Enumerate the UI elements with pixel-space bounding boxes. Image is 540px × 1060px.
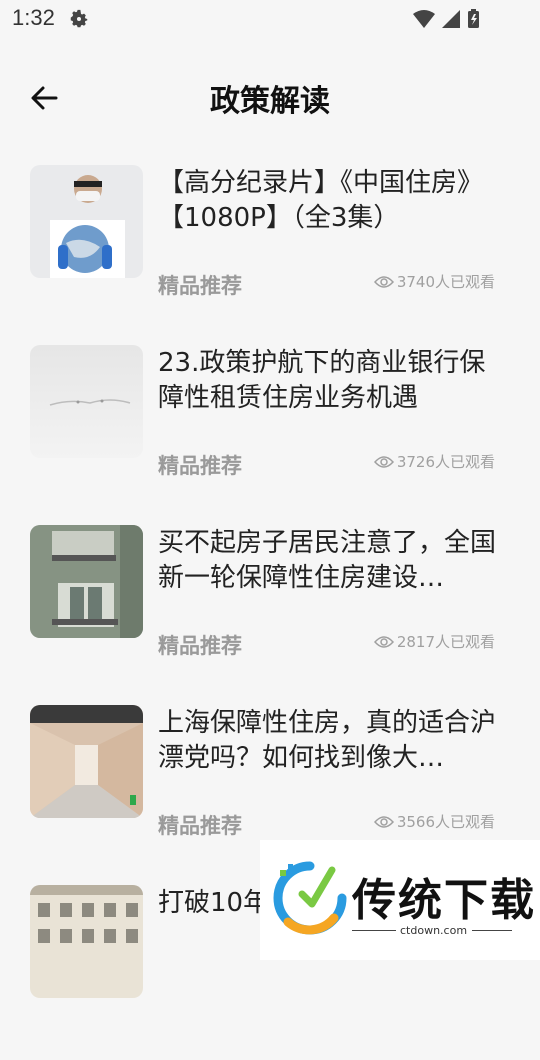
thumbnail-image bbox=[30, 885, 143, 998]
header: 政策解读 bbox=[0, 60, 540, 136]
wifi-icon bbox=[413, 10, 435, 28]
item-tag: 精品推荐 bbox=[158, 274, 242, 298]
item-views: 2817人已观看 bbox=[373, 631, 495, 652]
list-item[interactable]: 23.政策护航下的商业银行保障性租赁住房业务机遇 精品推荐 3726人已观看 bbox=[0, 340, 540, 520]
item-tag: 精品推荐 bbox=[158, 634, 242, 658]
watermark-brand: 传统下载 bbox=[352, 875, 536, 926]
thumbnail-image bbox=[30, 705, 143, 818]
item-title: 23.政策护航下的商业银行保障性租赁住房业务机遇 bbox=[158, 348, 486, 413]
item-title: 买不起房子居民注意了，全国新一轮保障性住房建设… bbox=[158, 528, 497, 593]
watermark-logo: 传统下载 ctdown.com bbox=[260, 840, 540, 960]
logo-icon bbox=[273, 861, 347, 935]
item-tag: 精品推荐 bbox=[158, 454, 242, 478]
item-views: 3740人已观看 bbox=[373, 271, 495, 292]
thumbnail-image bbox=[30, 165, 143, 278]
page-title: 政策解读 bbox=[210, 84, 330, 119]
eye-icon bbox=[373, 455, 394, 468]
gear-icon bbox=[68, 8, 90, 34]
eye-icon bbox=[373, 275, 394, 288]
item-tag: 精品推荐 bbox=[158, 814, 242, 838]
view-count: 3566人已观看 bbox=[396, 813, 495, 831]
view-count: 2817人已观看 bbox=[396, 633, 495, 651]
thumbnail-image bbox=[30, 345, 143, 458]
status-time: 1:32 bbox=[12, 5, 55, 30]
list-item[interactable]: 买不起房子居民注意了，全国新一轮保障性住房建设… 精品推荐 2817人已观看 bbox=[0, 520, 540, 700]
list-item[interactable]: 【高分纪录片】《中国住房》【1080P】（全3集） 精品推荐 3740人已观看 bbox=[0, 160, 540, 340]
item-title: 上海保障性住房，真的适合沪漂党吗？如何找到像大… bbox=[158, 708, 497, 773]
item-views: 3726人已观看 bbox=[373, 451, 495, 472]
signal-icon bbox=[442, 10, 460, 28]
eye-icon bbox=[373, 815, 394, 828]
status-bar: 1:32 bbox=[0, 0, 540, 38]
status-icons bbox=[412, 8, 502, 34]
watermark-site: ctdown.com bbox=[400, 924, 468, 937]
item-title: 【高分纪录片】《中国住房》【1080P】（全3集） bbox=[158, 168, 484, 233]
eye-icon bbox=[373, 635, 394, 648]
thumbnail-image bbox=[30, 525, 143, 638]
view-count: 3740人已观看 bbox=[396, 273, 495, 291]
item-views: 3566人已观看 bbox=[373, 811, 495, 832]
view-count: 3726人已观看 bbox=[396, 453, 495, 471]
battery-icon bbox=[468, 9, 479, 28]
